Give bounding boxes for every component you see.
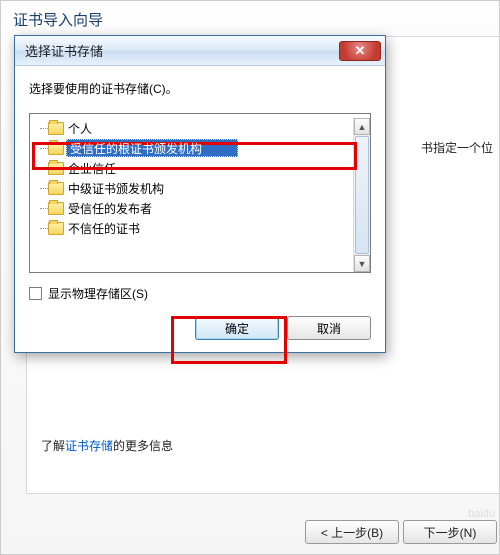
tree-item-trusted-publishers[interactable]: 受信任的发布者 xyxy=(34,198,353,218)
learn-prefix: 了解 xyxy=(41,439,65,453)
close-button[interactable]: ✕ xyxy=(339,41,381,61)
close-icon: ✕ xyxy=(355,43,366,59)
dialog-instruction: 选择要使用的证书存储(C)。 xyxy=(29,80,371,97)
cancel-button[interactable]: 取消 xyxy=(287,316,371,340)
folder-icon xyxy=(48,142,64,155)
show-physical-label: 显示物理存储区(S) xyxy=(48,285,148,302)
scroll-down-button[interactable]: ▼ xyxy=(354,255,370,272)
dialog-body: 选择要使用的证书存储(C)。 个人 受信任的根证书颁发机构 企业信任 xyxy=(15,66,385,352)
scroll-up-button[interactable]: ▲ xyxy=(354,118,370,135)
show-physical-checkbox[interactable] xyxy=(29,287,42,300)
dialog-buttons: 确定 取消 xyxy=(29,316,371,340)
tree-label: 不信任的证书 xyxy=(68,220,140,237)
learn-suffix: 的更多信息 xyxy=(113,439,173,453)
folder-icon xyxy=(48,222,64,235)
dialog-title: 选择证书存储 xyxy=(25,41,103,60)
tree-item-enterprise[interactable]: 企业信任 xyxy=(34,158,353,178)
folder-icon xyxy=(48,122,64,135)
learn-more-line: 了解证书存储的更多信息 xyxy=(41,437,173,454)
learn-more-link[interactable]: 证书存储 xyxy=(65,439,113,453)
wizard-footer: < 上一步(B) 下一步(N) xyxy=(305,520,497,544)
tree-label: 受信任的根证书颁发机构 xyxy=(68,140,204,157)
cert-store-tree[interactable]: 个人 受信任的根证书颁发机构 企业信任 中级证书颁发机构 受信任的 xyxy=(29,113,371,273)
watermark: baidu xyxy=(468,508,495,520)
tree-content: 个人 受信任的根证书颁发机构 企业信任 中级证书颁发机构 受信任的 xyxy=(34,118,353,272)
wizard-title: 证书导入向导 xyxy=(1,1,499,38)
folder-icon xyxy=(48,202,64,215)
folder-icon xyxy=(48,182,64,195)
show-physical-row[interactable]: 显示物理存储区(S) xyxy=(29,285,371,302)
dialog-titlebar[interactable]: 选择证书存储 ✕ xyxy=(15,36,385,66)
scroll-thumb[interactable] xyxy=(355,136,369,254)
tree-label: 中级证书颁发机构 xyxy=(68,180,164,197)
folder-icon xyxy=(48,162,64,175)
tree-item-intermediate[interactable]: 中级证书颁发机构 xyxy=(34,178,353,198)
clipped-text: 书指定一个位 xyxy=(421,139,493,156)
tree-label: 企业信任 xyxy=(68,160,116,177)
tree-item-untrusted[interactable]: 不信任的证书 xyxy=(34,218,353,238)
select-store-dialog: 选择证书存储 ✕ 选择要使用的证书存储(C)。 个人 受信任的根证书颁发机构 企… xyxy=(14,35,386,353)
ok-button[interactable]: 确定 xyxy=(195,316,279,340)
tree-label: 个人 xyxy=(68,120,92,137)
tree-item-personal[interactable]: 个人 xyxy=(34,118,353,138)
back-button[interactable]: < 上一步(B) xyxy=(305,520,399,544)
tree-item-trusted-root[interactable]: 受信任的根证书颁发机构 xyxy=(34,138,353,158)
next-button[interactable]: 下一步(N) xyxy=(403,520,497,544)
tree-scrollbar[interactable]: ▲ ▼ xyxy=(353,118,370,272)
tree-label: 受信任的发布者 xyxy=(68,200,152,217)
